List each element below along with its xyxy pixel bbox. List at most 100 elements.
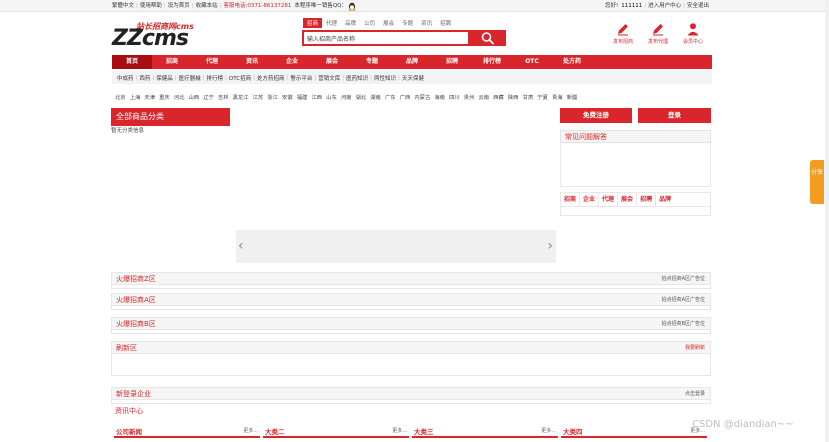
- city-link[interactable]: 海南: [434, 93, 445, 101]
- search-tab-zhaoshang[interactable]: 招商: [303, 18, 323, 28]
- subnav-item[interactable]: 营销文库: [318, 74, 340, 82]
- click-login-link[interactable]: 点击登录: [685, 388, 705, 400]
- city-link[interactable]: 山西: [189, 93, 200, 101]
- city-link[interactable]: 宁夏: [537, 93, 548, 101]
- lang-link[interactable]: 繁體中文: [112, 0, 134, 12]
- city-link[interactable]: 青海: [552, 93, 563, 101]
- subnav-item[interactable]: 保健品: [156, 74, 173, 82]
- chevron-right-icon[interactable]: ›: [547, 230, 553, 263]
- city-link[interactable]: 云南: [478, 93, 489, 101]
- more-link[interactable]: 更多...: [541, 427, 556, 434]
- section-ad-link[interactable]: 拍点招商A区广告位: [662, 294, 705, 306]
- nav-item-zhaoshang[interactable]: 招商: [152, 55, 192, 69]
- nav-item-zhanhui[interactable]: 展会: [312, 55, 352, 69]
- more-link[interactable]: 更多...: [392, 427, 407, 434]
- member-center-button[interactable]: 会员中心: [675, 22, 711, 45]
- subnav-item[interactable]: 两性知识: [374, 74, 396, 82]
- nav-item-zhaopin[interactable]: 招聘: [432, 55, 472, 69]
- publish-daili-button[interactable]: 发布代理: [640, 22, 676, 45]
- city-link[interactable]: 吉林: [218, 93, 229, 101]
- nav-item-chufangyao[interactable]: 处方药: [552, 55, 592, 69]
- sidebar-tab-pinpai[interactable]: 品牌: [656, 193, 674, 206]
- nav-item-home[interactable]: 首页: [112, 55, 152, 69]
- search-tab-zhuanti[interactable]: 专题: [398, 18, 417, 28]
- city-link[interactable]: 浙江: [267, 93, 278, 101]
- city-link[interactable]: 广西: [400, 93, 411, 101]
- sidebar-tab-zhaopin[interactable]: 招聘: [637, 193, 657, 206]
- search-tab-zixun[interactable]: 资讯: [417, 18, 436, 28]
- search-button[interactable]: [470, 30, 506, 46]
- city-link[interactable]: 天津: [144, 93, 155, 101]
- section-ad-link[interactable]: 拍点招商B区广告位: [662, 318, 705, 330]
- nav-item-otc[interactable]: OTC: [512, 55, 552, 69]
- chevron-left-icon[interactable]: ‹: [238, 230, 244, 263]
- pencil-icon: [618, 24, 628, 36]
- subnav-item[interactable]: 警示平台: [290, 74, 312, 82]
- sidebar-tab-zhaoshang[interactable]: 招商: [561, 193, 581, 206]
- search-tab-zhaopin[interactable]: 招聘: [436, 18, 455, 28]
- nav-item-zhuanti[interactable]: 专题: [352, 55, 392, 69]
- city-link[interactable]: 西藏: [493, 93, 504, 101]
- subnav-item[interactable]: 医药知识: [346, 74, 368, 82]
- sidebar-tab-daili[interactable]: 代理: [599, 193, 619, 206]
- city-link[interactable]: 江苏: [253, 93, 264, 101]
- subnav-item[interactable]: 医疗器械: [179, 74, 201, 82]
- logout-link[interactable]: 安全退出: [687, 0, 709, 12]
- city-link[interactable]: 辽宁: [203, 93, 214, 101]
- subnav-item[interactable]: 排行榜: [207, 74, 224, 82]
- section-ad-link[interactable]: 拍点招商A区广告位: [662, 273, 705, 285]
- publish-zhaoshang-button[interactable]: 发布招商: [605, 22, 641, 45]
- subnav-item[interactable]: 中成药: [117, 74, 134, 82]
- subnav-item[interactable]: OTC招商: [229, 74, 251, 82]
- city-link[interactable]: 新疆: [567, 93, 578, 101]
- site-logo[interactable]: 站长招商网cms ZZcms: [112, 20, 212, 51]
- city-link[interactable]: 福建: [297, 93, 308, 101]
- subnav-item[interactable]: 天天保健: [402, 74, 424, 82]
- search-tab-pinpai[interactable]: 品牌: [341, 18, 360, 28]
- set-homepage-link[interactable]: 设为首页: [168, 0, 190, 12]
- subnav-item[interactable]: 西药: [139, 74, 150, 82]
- bookmark-link[interactable]: 收藏本站: [196, 0, 218, 12]
- city-link[interactable]: 江西: [311, 93, 322, 101]
- scrollbar[interactable]: [825, 0, 829, 442]
- share-button[interactable]: 分享: [810, 160, 824, 204]
- user-center-link[interactable]: 进入用户中心: [648, 0, 681, 12]
- subnav-item[interactable]: 处方药招商: [257, 74, 285, 82]
- nav-item-pinpai[interactable]: 品牌: [392, 55, 432, 69]
- city-link[interactable]: 重庆: [159, 93, 170, 101]
- nav-item-paihang[interactable]: 排行榜: [472, 55, 512, 69]
- nav-item-daili[interactable]: 代理: [192, 55, 232, 69]
- search-tab-daili[interactable]: 代理: [322, 18, 341, 28]
- city-link[interactable]: 山东: [326, 93, 337, 101]
- sidebar-tab-qiye[interactable]: 企业: [580, 193, 600, 206]
- section-body: [111, 306, 711, 310]
- city-link[interactable]: 陕西: [508, 93, 519, 101]
- city-link[interactable]: 甘肃: [523, 93, 534, 101]
- watermark: CSDN @diandian~~: [692, 419, 794, 430]
- city-link[interactable]: 河南: [341, 93, 352, 101]
- nav-item-zixun[interactable]: 资讯: [232, 55, 272, 69]
- city-link[interactable]: 内蒙古: [414, 93, 430, 101]
- more-link[interactable]: 更多...: [243, 427, 258, 434]
- city-link[interactable]: 黑龙江: [233, 93, 249, 101]
- qq-penguin-icon[interactable]: [348, 2, 356, 11]
- nav-item-qiye[interactable]: 企业: [272, 55, 312, 69]
- search-tab-gongsi[interactable]: 公司: [360, 18, 379, 28]
- city-link[interactable]: 上海: [130, 93, 141, 101]
- city-link[interactable]: 湖北: [356, 93, 367, 101]
- register-button[interactable]: 免费注册: [560, 108, 632, 123]
- help-link[interactable]: 使用帮助: [140, 0, 162, 12]
- search-input[interactable]: [304, 32, 468, 44]
- login-button[interactable]: 登录: [638, 108, 711, 123]
- city-link[interactable]: 贵州: [464, 93, 475, 101]
- city-link[interactable]: 安徽: [282, 93, 293, 101]
- search-tab-zhanhui[interactable]: 展会: [379, 18, 398, 28]
- city-link[interactable]: 北京: [115, 93, 126, 101]
- city-link[interactable]: 四川: [449, 93, 460, 101]
- city-link[interactable]: 湖南: [370, 93, 381, 101]
- city-link[interactable]: 河北: [174, 93, 185, 101]
- section-title: 火爆招商A区: [116, 296, 156, 304]
- sidebar-tab-zhanhui[interactable]: 展会: [618, 193, 638, 206]
- refresh-link[interactable]: 我要刷新: [685, 342, 705, 354]
- city-link[interactable]: 广东: [385, 93, 396, 101]
